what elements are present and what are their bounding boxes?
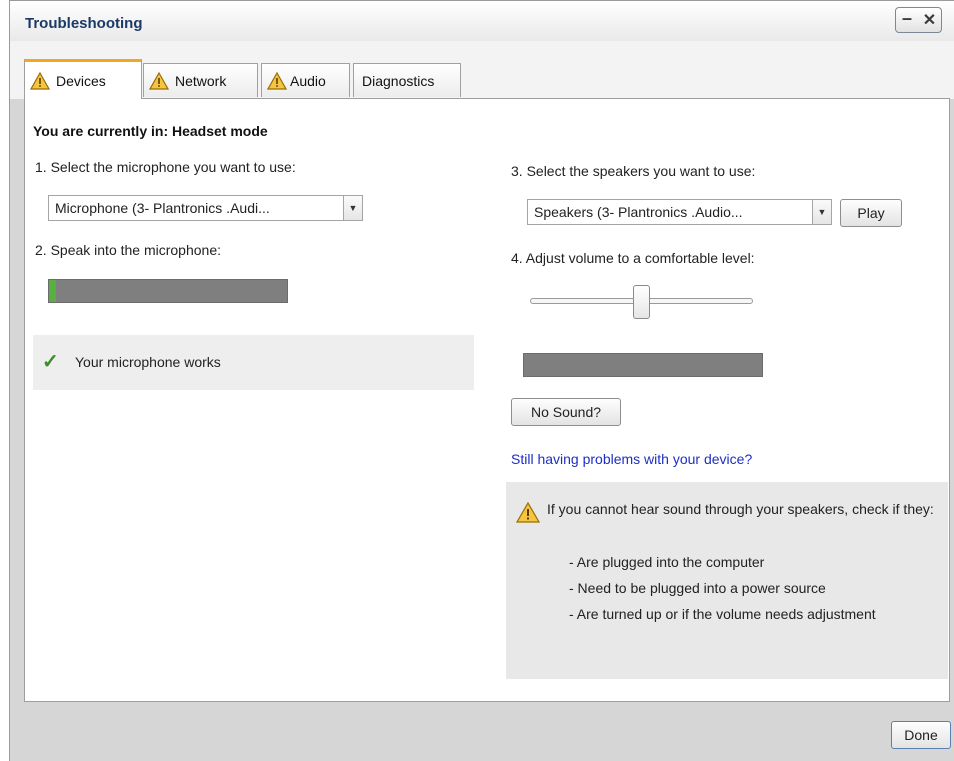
microphone-status-box: ✓ Your microphone works bbox=[33, 335, 474, 390]
chevron-down-icon[interactable]: ▼ bbox=[812, 200, 831, 224]
window-title: Troubleshooting bbox=[25, 15, 143, 32]
troubleshooting-window: Troubleshooting – ✕ Devices Network Audi… bbox=[9, 0, 954, 761]
tab-audio[interactable]: Audio bbox=[261, 63, 350, 97]
microphone-status-text: Your microphone works bbox=[75, 354, 221, 370]
speaker-help-item: - Are turned up or if the volume needs a… bbox=[569, 606, 876, 622]
tab-label: Devices bbox=[56, 72, 106, 89]
checkmark-icon: ✓ bbox=[42, 351, 59, 373]
warning-icon bbox=[30, 71, 50, 90]
tab-network[interactable]: Network bbox=[143, 63, 258, 97]
tab-devices[interactable]: Devices bbox=[24, 59, 142, 99]
volume-slider-thumb[interactable] bbox=[633, 285, 650, 319]
microphone-select-value: Microphone (3- Plantronics .Audi... bbox=[55, 200, 270, 216]
warning-icon bbox=[149, 71, 169, 90]
step4-label: 4. Adjust volume to a comfortable level: bbox=[511, 250, 755, 266]
minimize-button[interactable]: – bbox=[895, 7, 919, 33]
speakers-select-value: Speakers (3- Plantronics .Audio... bbox=[534, 204, 743, 220]
microphone-select[interactable]: Microphone (3- Plantronics .Audi... ▼ bbox=[48, 195, 363, 221]
minimize-icon: – bbox=[901, 7, 912, 28]
speaker-help-item: - Need to be plugged into a power source bbox=[569, 580, 826, 596]
speaker-level-meter bbox=[523, 353, 763, 377]
warning-icon bbox=[267, 71, 287, 90]
done-button[interactable]: Done bbox=[891, 721, 951, 749]
microphone-level-fill bbox=[49, 280, 57, 302]
tab-diagnostics[interactable]: Diagnostics bbox=[353, 63, 461, 97]
speaker-help-heading: If you cannot hear sound through your sp… bbox=[547, 501, 934, 517]
step1-label: 1. Select the microphone you want to use… bbox=[35, 159, 296, 175]
tab-label: Network bbox=[175, 72, 227, 89]
speaker-help-item: - Are plugged into the computer bbox=[569, 554, 765, 570]
speaker-help-box: If you cannot hear sound through your sp… bbox=[506, 482, 948, 679]
step3-label: 3. Select the speakers you want to use: bbox=[511, 163, 756, 179]
warning-icon bbox=[516, 502, 540, 523]
play-button[interactable]: Play bbox=[840, 199, 902, 227]
tab-bar: Devices Network Audio Diagnostics bbox=[10, 41, 954, 99]
devices-panel: You are currently in: Headset mode 1. Se… bbox=[24, 98, 950, 702]
close-icon: ✕ bbox=[922, 12, 937, 29]
step2-label: 2. Speak into the microphone: bbox=[35, 242, 222, 258]
tab-label: Diagnostics bbox=[362, 72, 435, 89]
chevron-down-icon[interactable]: ▼ bbox=[343, 196, 362, 220]
close-button[interactable]: ✕ bbox=[918, 7, 942, 33]
title-bar: Troubleshooting – ✕ bbox=[10, 1, 954, 42]
microphone-level-meter bbox=[48, 279, 288, 303]
mode-text: You are currently in: Headset mode bbox=[33, 123, 268, 139]
speakers-select[interactable]: Speakers (3- Plantronics .Audio... ▼ bbox=[527, 199, 832, 225]
no-sound-button[interactable]: No Sound? bbox=[511, 398, 621, 426]
help-link[interactable]: Still having problems with your device? bbox=[511, 451, 752, 467]
tab-label: Audio bbox=[290, 72, 326, 89]
